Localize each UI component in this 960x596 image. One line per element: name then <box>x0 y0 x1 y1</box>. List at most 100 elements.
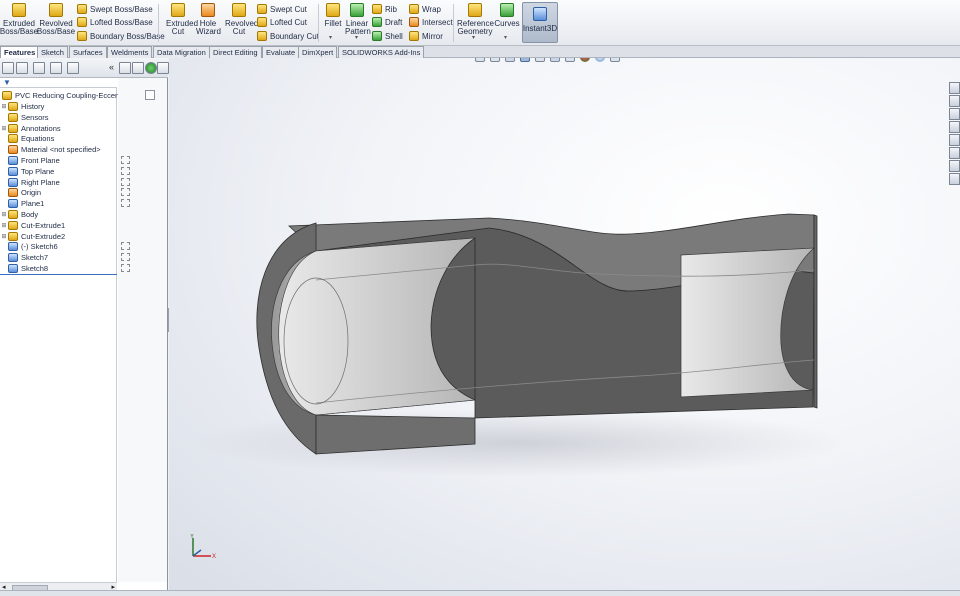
panel-expand-icon[interactable]: « <box>109 62 114 72</box>
expand-icon[interactable]: ⊞ <box>0 211 8 218</box>
tab-weldments[interactable]: Weldments <box>107 46 153 58</box>
scene-icon[interactable] <box>132 62 144 74</box>
feature-manager-tab-icon[interactable] <box>2 62 14 74</box>
visibility-marker-icon[interactable] <box>121 199 130 208</box>
tree-item-sketch8[interactable]: Sketch8 <box>0 263 117 274</box>
visibility-marker-icon[interactable] <box>121 166 130 175</box>
display-style-icon[interactable] <box>550 58 560 62</box>
curves-button[interactable]: Curves <box>494 3 520 28</box>
tab-evaluate[interactable]: Evaluate <box>262 46 300 58</box>
wrap-icon <box>409 4 419 14</box>
dimxpert-manager-tab-icon[interactable] <box>50 62 62 74</box>
forum-icon[interactable] <box>949 173 960 185</box>
visibility-marker-icon[interactable] <box>121 253 130 262</box>
visibility-marker-icon[interactable] <box>121 188 130 197</box>
fillet-button[interactable]: Fillet <box>322 3 344 28</box>
reference-geometry-button[interactable]: Reference Geometry <box>457 3 494 36</box>
apply-scene-icon[interactable] <box>595 58 605 62</box>
linear-pattern-button[interactable]: Linear Pattern <box>345 3 371 36</box>
lofted-boss-button[interactable]: Lofted Boss/Base <box>77 16 153 28</box>
design-library-icon[interactable] <box>949 95 960 107</box>
revolved-boss-button[interactable]: Revolved Boss/Base <box>37 3 75 36</box>
custom-properties-icon[interactable] <box>949 160 960 172</box>
tree-item-sensors[interactable]: Sensors <box>0 112 117 123</box>
view-orientation-icon[interactable] <box>535 58 545 62</box>
wrap-button[interactable]: Wrap <box>409 3 441 15</box>
rollback-bar[interactable] <box>0 274 117 275</box>
tab-direct-editing[interactable]: Direct Editing <box>209 46 262 58</box>
expand-icon[interactable]: ⊞ <box>0 233 8 240</box>
lights-icon[interactable] <box>157 62 169 74</box>
tree-detail-column <box>118 78 167 582</box>
draft-button[interactable]: Draft <box>372 16 402 28</box>
tree-item-body[interactable]: ⊞ Body <box>0 209 117 220</box>
visibility-marker-icon[interactable] <box>121 177 130 186</box>
reference-geometry-dropdown-icon[interactable]: ▾ <box>472 34 475 41</box>
tree-item-right-plane[interactable]: Right Plane <box>0 177 117 188</box>
previous-view-icon[interactable] <box>505 58 515 62</box>
swept-boss-button[interactable]: Swept Boss/Base <box>77 3 153 15</box>
tree-item-top-plane[interactable]: Top Plane <box>0 166 117 177</box>
fillet-dropdown-icon[interactable]: ▾ <box>329 34 332 41</box>
tab-features[interactable]: Features <box>0 46 40 58</box>
search-icon[interactable] <box>949 121 960 133</box>
boundary-boss-button[interactable]: Boundary Boss/Base <box>77 30 165 42</box>
file-explorer-icon[interactable] <box>949 108 960 120</box>
visibility-marker-icon[interactable] <box>121 242 130 251</box>
expand-icon[interactable]: ⊞ <box>0 222 8 229</box>
rib-button[interactable]: Rib <box>372 3 397 15</box>
tree-item-front-plane[interactable]: Front Plane <box>0 155 117 166</box>
filter-icon[interactable]: ▼ <box>3 78 11 87</box>
tree-checkbox[interactable] <box>145 90 155 100</box>
solidworks-resources-icon[interactable] <box>949 82 960 94</box>
tree-item-cut-extrude1[interactable]: ⊞ Cut-Extrude1 <box>0 220 117 231</box>
boundary-cut-button[interactable]: Boundary Cut <box>257 30 319 42</box>
graphics-area[interactable]: ▫ ▫ – ▫ × Y X <box>169 58 960 596</box>
property-manager-tab-icon[interactable] <box>16 62 28 74</box>
tree-item-sketch7[interactable]: Sketch7 <box>0 252 117 263</box>
tab-data-migration[interactable]: Data Migration <box>153 46 210 58</box>
tree-item-plane1[interactable]: Plane1 <box>0 198 117 209</box>
appearance-icon[interactable] <box>119 62 131 74</box>
appearances-icon[interactable] <box>949 147 960 159</box>
fillet-icon <box>326 3 340 17</box>
view-palette-icon[interactable] <box>949 134 960 146</box>
expand-icon[interactable]: ⊞ <box>0 103 8 110</box>
view-settings-icon[interactable] <box>610 58 620 62</box>
intersect-button[interactable]: Intersect <box>409 16 453 28</box>
visibility-marker-icon[interactable] <box>121 264 130 272</box>
tree-item-history[interactable]: ⊞ History <box>0 101 117 112</box>
tree-item-equations[interactable]: Equations <box>0 133 117 144</box>
edit-appearance-icon[interactable] <box>580 58 590 62</box>
instant3d-button[interactable]: Instant3D <box>522 2 558 43</box>
hole-wizard-button[interactable]: Hole Wizard <box>195 3 221 36</box>
tree-item-material-not-specified[interactable]: Material <not specified> <box>0 144 117 155</box>
decals-icon[interactable] <box>145 62 157 74</box>
tree-item-cut-extrude2[interactable]: ⊞ Cut-Extrude2 <box>0 231 117 242</box>
lofted-cut-button[interactable]: Lofted Cut <box>257 16 307 28</box>
tab-sketch[interactable]: Sketch <box>37 46 68 58</box>
extruded-boss-button[interactable]: Extruded Boss/Base <box>0 3 38 36</box>
tree-root[interactable]: PVC Reducing Coupling-Eccentric <box>0 90 129 101</box>
swept-cut-button[interactable]: Swept Cut <box>257 3 307 15</box>
zoom-to-fit-icon[interactable] <box>475 58 485 62</box>
tab-dimxpert[interactable]: DimXpert <box>298 46 338 58</box>
revolved-cut-button[interactable]: Revolved Cut <box>223 3 258 36</box>
tab-surfaces[interactable]: Surfaces <box>69 46 107 58</box>
linear-pattern-dropdown-icon[interactable]: ▾ <box>355 34 358 41</box>
tree-item-origin[interactable]: Origin <box>0 187 117 198</box>
hide-show-items-icon[interactable] <box>565 58 575 62</box>
visibility-marker-icon[interactable] <box>121 156 130 164</box>
tree-item-annotations[interactable]: ⊞ Annotations <box>0 123 117 134</box>
expand-icon[interactable]: ⊞ <box>0 125 8 132</box>
display-manager-tab-icon[interactable] <box>67 62 79 74</box>
extruded-cut-button[interactable]: Extruded Cut <box>162 3 198 36</box>
shell-button[interactable]: Shell <box>372 30 403 42</box>
curves-dropdown-icon[interactable]: ▾ <box>504 34 507 41</box>
configuration-manager-tab-icon[interactable] <box>33 62 45 74</box>
tab-solidworks-add-ins[interactable]: SOLIDWORKS Add-Ins <box>338 46 425 58</box>
mirror-button[interactable]: Mirror <box>409 30 443 42</box>
section-view-icon[interactable] <box>520 58 530 62</box>
tree-item-sketch6[interactable]: (-) Sketch6 <box>0 241 117 252</box>
zoom-to-area-icon[interactable] <box>490 58 500 62</box>
